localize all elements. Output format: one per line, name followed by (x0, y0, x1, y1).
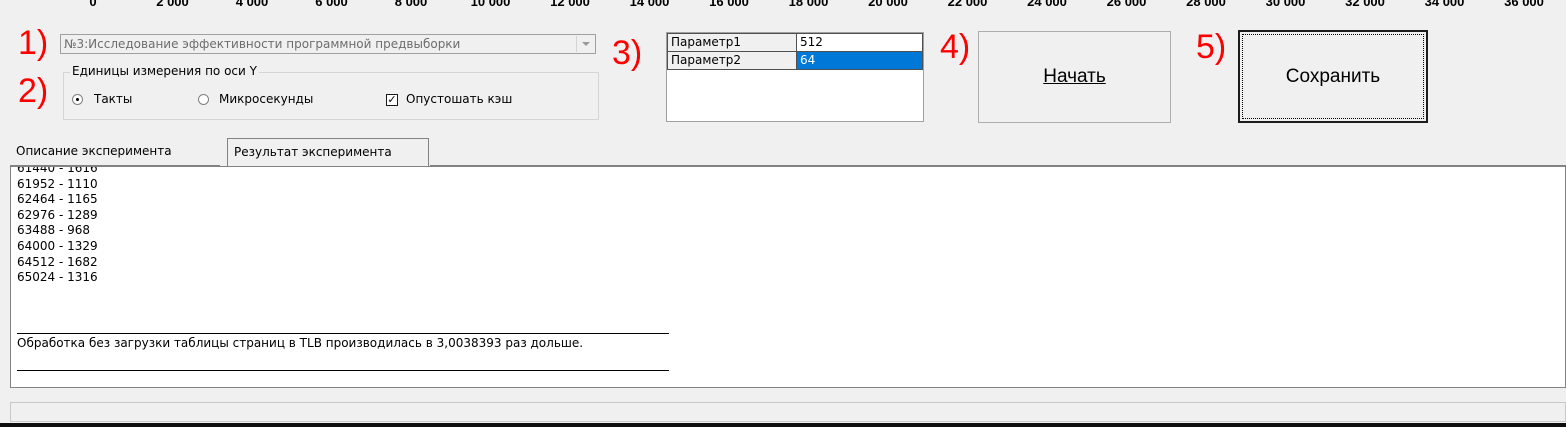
axis-tick-label: 30 000 (1265, 0, 1306, 9)
result-line: 65024 - 1316 (17, 270, 98, 285)
separator-bottom (17, 370, 669, 371)
result-line: 61440 - 1616 (17, 166, 98, 175)
axis-tick-label: 0 (89, 0, 97, 9)
marker-1: 1) (18, 24, 49, 62)
param-name-2: Параметр2 (667, 51, 797, 70)
experiment-select[interactable]: №3:Исследование эффективности программно… (60, 34, 596, 54)
axis-tick-label: 28 000 (1186, 0, 1226, 9)
start-button[interactable]: Начать (978, 31, 1171, 123)
taskbar-edge (0, 423, 1566, 427)
axis-tick-label: 8 000 (394, 0, 428, 9)
chevron-down-icon[interactable] (576, 36, 594, 52)
axis-tick-label: 36 000 (1504, 0, 1544, 9)
axis-tick-label: 20 000 (868, 0, 908, 9)
status-bar (10, 402, 1566, 422)
flush-cache-label[interactable]: Опустошать кэш (406, 92, 512, 106)
start-button-label: Начать (1043, 66, 1106, 87)
param-value-1[interactable]: 512 (796, 33, 923, 52)
axis-tick-label: 34 000 (1424, 0, 1465, 9)
marker-3: 3) (612, 34, 643, 72)
radio-cycles-label[interactable]: Такты (94, 92, 132, 106)
result-line: 61952 - 1110 (17, 176, 98, 191)
param-name-1: Параметр1 (667, 33, 797, 52)
axis-tick-label: 32 000 (1345, 0, 1385, 9)
axis-tick-label: 22 000 (947, 0, 988, 9)
focus-rect (1242, 34, 1424, 119)
units-group-title: Единицы измерения по оси Y (70, 64, 259, 78)
summary-line: Обработка без загрузки таблицы страниц в… (17, 336, 584, 350)
axis-tick-label: 24 000 (1027, 0, 1067, 9)
axis-tick-label: 12 000 (550, 0, 590, 9)
units-groupbox (63, 72, 599, 120)
radio-microseconds-label[interactable]: Микросекунды (219, 92, 313, 106)
result-line: 62976 - 1289 (17, 207, 98, 222)
marker-4: 4) (940, 28, 971, 66)
tab-result[interactable]: Результат эксперимента (227, 138, 429, 166)
param-value-2[interactable]: 64 (796, 51, 923, 70)
axis-tick-label: 26 000 (1106, 0, 1147, 9)
params-grid[interactable]: Параметр1 512 Параметр2 64 (666, 32, 924, 122)
result-line: 63488 - 968 (17, 223, 91, 238)
axis-tick-label: 10 000 (470, 0, 511, 9)
save-button[interactable]: Сохранить (1238, 30, 1428, 123)
marker-2: 2) (18, 72, 49, 110)
axis-tick-label: 4 000 (235, 0, 269, 9)
tab-description[interactable]: Описание эксперимента (10, 138, 220, 166)
result-line: 64000 - 1329 (17, 239, 98, 253)
result-line: 62464 - 1165 (17, 192, 98, 207)
marker-5: 5) (1196, 28, 1227, 66)
axis-tick-label: 14 000 (629, 0, 670, 9)
axis-tick-label: 18 000 (788, 0, 829, 9)
axis-tick-label: 16 000 (709, 0, 749, 9)
axis-tick-label: 2 000 (156, 0, 189, 9)
radio-microseconds[interactable] (198, 94, 209, 105)
experiment-select-value: №3:Исследование эффективности программно… (64, 37, 461, 51)
axis-tick-label: 6 000 (315, 0, 348, 9)
result-line: 64512 - 1682 (17, 254, 98, 269)
radio-cycles[interactable] (72, 94, 83, 105)
chart-axis-strip: 0 2 000 4 000 6 000 8 000 10 000 12 000 14 000 1… (0, 0, 1566, 14)
separator-top (17, 333, 669, 334)
flush-cache-checkbox[interactable]: ✓ (386, 94, 398, 106)
results-memo[interactable]: 61440 - 1616 61952 - 1110 62464 - 1165 6297… (10, 166, 1566, 388)
